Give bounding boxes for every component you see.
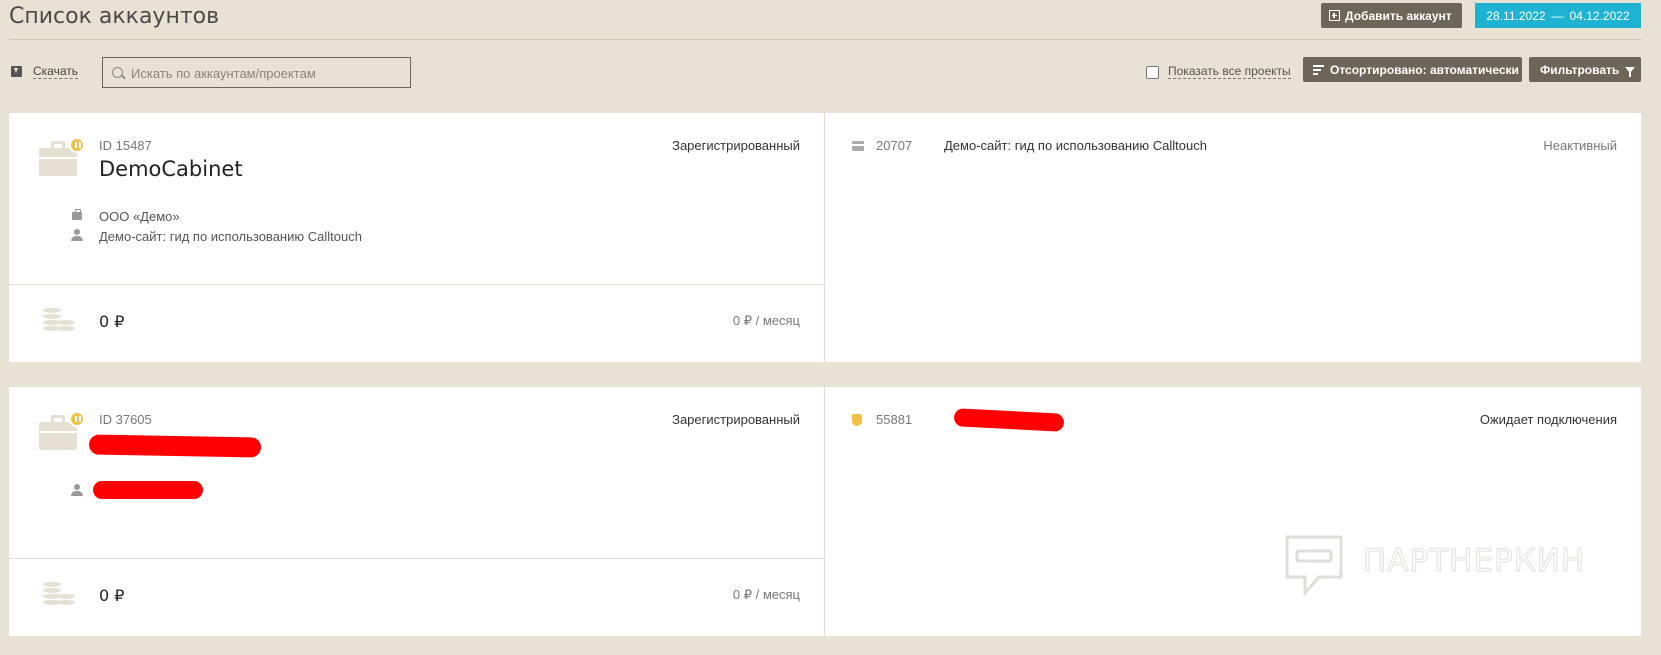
project-list: 20707 Демо-сайт: гид по использованию Ca… — [826, 113, 1641, 362]
sort-button[interactable]: Отсортировано: автоматически — [1303, 57, 1522, 82]
card-divider — [9, 558, 825, 559]
search-box[interactable] — [102, 57, 411, 88]
credit-card-icon — [852, 141, 864, 151]
account-organization: ООО «Демо» — [99, 209, 180, 224]
organization-icon — [71, 209, 83, 221]
coins-icon — [43, 581, 79, 609]
watermark: ПАРТНЕРКИН — [1283, 533, 1613, 603]
account-id: ID 15487 — [99, 138, 152, 153]
account-balance: 0 ₽ — [99, 586, 125, 605]
date-separator: — — [1551, 8, 1564, 23]
add-box-icon — [1329, 10, 1340, 21]
person-icon — [71, 229, 83, 241]
show-all-checkbox[interactable] — [1146, 66, 1159, 79]
card-divider — [9, 284, 825, 285]
date-from: 28.11.2022 — [1486, 8, 1546, 23]
date-to: 04.12.2022 — [1569, 8, 1630, 23]
watermark-text: ПАРТНЕРКИН — [1362, 542, 1586, 579]
watermark-logo-icon — [1285, 535, 1343, 597]
monthly-charge: 0 ₽ / месяц — [732, 313, 800, 328]
date-range-picker[interactable]: 28.11.2022 — 04.12.2022 — [1475, 3, 1641, 28]
add-account-label: Добавить аккаунт — [1345, 8, 1452, 23]
monthly-charge: 0 ₽ / месяц — [732, 587, 800, 602]
sort-icon — [1313, 65, 1324, 75]
account-contact: Демо-сайт: гид по использованию Calltouc… — [99, 229, 362, 244]
pause-icon — [69, 137, 85, 153]
account-info: ID 37605 Зарегистрированный 0 ₽ 0 ₽ / ме… — [9, 387, 825, 636]
project-status: Неактивный — [1543, 138, 1617, 153]
project-id: 55881 — [876, 412, 913, 427]
download-link[interactable]: Скачать — [33, 65, 78, 79]
account-info: ID 15487 DemoCabinet Зарегистрированный … — [9, 113, 825, 362]
account-status: Зарегистрированный — [672, 138, 800, 153]
redacted-account-name — [88, 434, 262, 458]
account-card[interactable]: ID 15487 DemoCabinet Зарегистрированный … — [9, 113, 1641, 362]
person-icon — [71, 484, 83, 496]
filter-label: Фильтровать — [1540, 62, 1620, 77]
sort-label: Отсортировано: автоматически — [1330, 62, 1519, 77]
page-title: Список аккаунтов — [9, 4, 220, 29]
add-account-button[interactable]: Добавить аккаунт — [1321, 3, 1462, 28]
show-all-projects-link[interactable]: Показать все проекты — [1168, 65, 1291, 79]
coins-icon — [43, 307, 79, 335]
download-icon[interactable] — [11, 66, 22, 77]
account-name[interactable]: DemoCabinet — [99, 157, 243, 181]
account-balance: 0 ₽ — [99, 312, 125, 331]
project-id: 20707 — [876, 138, 913, 153]
redacted-contact — [93, 481, 203, 499]
funnel-icon — [1625, 66, 1636, 77]
shield-icon — [852, 414, 862, 426]
toolbar: Скачать Показать все проекты Отсортирова… — [9, 56, 1641, 88]
project-status: Ожидает подключения — [1479, 412, 1617, 427]
pause-icon — [69, 411, 85, 427]
search-input[interactable] — [131, 64, 401, 82]
redacted-project-name — [953, 408, 1065, 432]
filter-button[interactable]: Фильтровать — [1529, 57, 1641, 82]
account-id: ID 37605 — [99, 412, 152, 427]
page-header: Список аккаунтов Добавить аккаунт 28.11.… — [9, 0, 1641, 40]
project-name[interactable]: Демо-сайт: гид по использованию Calltouc… — [944, 138, 1207, 153]
search-icon — [112, 67, 123, 78]
account-status: Зарегистрированный — [672, 412, 800, 427]
